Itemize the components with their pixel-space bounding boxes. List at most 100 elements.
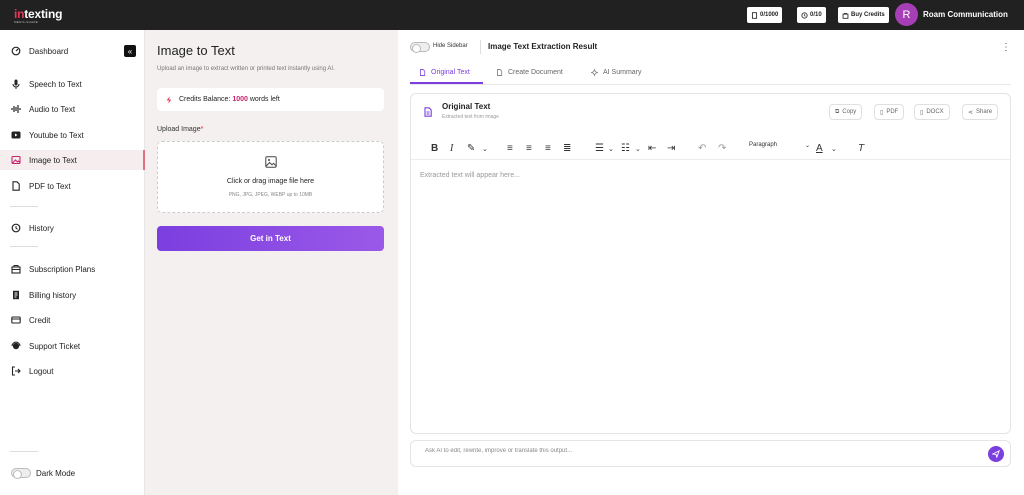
sidebar-item-subscription-plans[interactable]: Subscription Plans — [0, 259, 145, 279]
sidebar-item-logout[interactable]: Logout — [0, 361, 145, 381]
copy-icon: ⧉ — [835, 108, 840, 115]
sidebar-item-speech-to-text[interactable]: Speech to Text — [0, 74, 145, 94]
converter-panel: Image to Text Upload an image to extract… — [145, 30, 398, 495]
tab-label: Create Document — [508, 69, 563, 76]
sidebar-item-billing-history[interactable]: Billing history — [0, 285, 145, 305]
credit-card-icon — [11, 316, 21, 324]
logout-icon — [11, 366, 21, 376]
sidebar-item-youtube-to-text[interactable]: Youtube to Text — [0, 125, 145, 145]
chevron-down-icon[interactable]: ⌄ — [831, 145, 837, 153]
outdent-icon[interactable]: ⇤ — [648, 143, 656, 154]
result-panel: Hide Sidebar Image Text Extraction Resul… — [398, 30, 1024, 495]
sidebar-item-label: Credit — [29, 315, 51, 325]
dashboard-icon — [11, 46, 21, 56]
words-counter-badge[interactable]: 0/1000 — [747, 7, 783, 23]
pdf-icon — [12, 181, 20, 191]
chevron-down-icon[interactable]: ⌄ — [482, 145, 488, 153]
dark-mode-toggle[interactable] — [11, 468, 31, 479]
highlight-button[interactable]: ✎ — [467, 143, 475, 154]
sidebar-item-credit[interactable]: Credit — [0, 310, 145, 330]
undo-icon[interactable]: ↶ — [698, 143, 706, 154]
result-title: Image Text Extraction Result — [488, 42, 598, 51]
sidebar-item-pdf-to-text[interactable]: PDF to Text — [0, 176, 145, 196]
sidebar-item-label: PDF to Text — [29, 181, 71, 191]
sidebar-item-audio-to-text[interactable]: Audio to Text — [0, 99, 145, 119]
ask-ai-input[interactable] — [425, 448, 965, 454]
sidebar-divider — [10, 206, 38, 207]
dark-mode-label: Dark Mode — [36, 469, 76, 478]
tab-original-text[interactable]: Original Text — [419, 69, 470, 76]
tab-ai-summary[interactable]: AI Summary — [591, 69, 642, 76]
document-icon — [420, 69, 426, 76]
subscription-icon — [11, 265, 21, 274]
collapse-sidebar-button[interactable]: « — [124, 45, 136, 57]
bullet-list-icon[interactable]: ☰ — [595, 143, 604, 154]
chevron-down-icon[interactable]: ⌄ — [635, 145, 641, 153]
align-left-icon[interactable]: ≡ — [507, 143, 513, 154]
chevron-down-icon[interactable]: ⌄ — [608, 145, 614, 153]
credits-balance: Credits Balance: 1000 words left — [157, 88, 384, 111]
pdf-button[interactable]: ▯ PDF — [874, 104, 905, 120]
editor-placeholder[interactable]: Extracted text will appear here... — [420, 172, 520, 179]
clock-icon — [801, 11, 808, 19]
upload-label: Upload Image* — [157, 126, 203, 133]
image-dropzone[interactable]: Click or drag image file here PNG, JPG, … — [157, 141, 384, 213]
text-color-icon[interactable]: A — [816, 143, 823, 154]
user-name[interactable]: Roam Communication — [923, 10, 1008, 19]
text-editor: Original Text Extracted text from image … — [410, 93, 1011, 434]
paragraph-select[interactable]: Paragraph ⌄ — [749, 142, 813, 149]
logo[interactable]: intexting MEDIA-SHARE — [14, 7, 62, 24]
logo-suffix: texting — [24, 7, 63, 21]
docx-button[interactable]: ▯ DOCX — [914, 104, 950, 120]
sidebar-item-image-to-text[interactable]: Image to Text — [0, 150, 145, 170]
sidebar-item-label: Dashboard — [29, 46, 69, 56]
logo-prefix: in — [14, 7, 25, 21]
clear-format-icon[interactable]: T — [858, 143, 864, 154]
sidebar-item-label: Subscription Plans — [29, 264, 96, 274]
credits-value: 1000 — [232, 96, 248, 103]
indent-icon[interactable]: ⇥ — [667, 143, 675, 154]
buy-credits-button[interactable]: Buy Credits — [838, 7, 889, 23]
audio-wave-icon — [11, 105, 21, 113]
docx-label: DOCX — [926, 109, 944, 115]
align-right-icon[interactable]: ≡ — [545, 143, 551, 154]
tab-create-document[interactable]: Create Document — [496, 69, 563, 76]
align-justify-icon[interactable]: ≣ — [563, 143, 571, 154]
sidebar-item-history[interactable]: History — [0, 218, 145, 238]
paragraph-select-value: Paragraph — [749, 142, 778, 148]
copy-label: Copy — [842, 109, 857, 115]
tab-label: Original Text — [431, 69, 470, 76]
dropzone-title: Click or drag image file here — [226, 178, 315, 185]
hide-sidebar-toggle[interactable] — [410, 42, 430, 53]
bold-button[interactable]: B — [431, 143, 438, 154]
header-divider — [480, 40, 481, 54]
sidebar-divider — [10, 451, 38, 452]
more-options-icon[interactable]: ⋮ — [1001, 42, 1011, 53]
ask-ai-bar — [410, 440, 1011, 467]
dropzone-formats: PNG, JPG, JPEG, WEBP up to 10MB — [228, 192, 313, 198]
share-button[interactable]: ⋖ Share — [962, 104, 999, 120]
send-button[interactable] — [988, 446, 1004, 462]
share-icon: ⋖ — [968, 109, 974, 116]
copy-button[interactable]: ⧉ Copy — [829, 104, 863, 120]
avatar[interactable]: R — [895, 3, 918, 26]
history-icon — [11, 223, 21, 233]
align-center-icon[interactable]: ≡ — [526, 143, 532, 154]
youtube-icon — [11, 131, 21, 139]
get-text-button[interactable]: Get in Text — [157, 226, 384, 251]
numbered-list-icon[interactable]: ☷ — [621, 143, 630, 154]
sparkle-icon — [591, 69, 598, 76]
italic-button[interactable]: I — [450, 143, 453, 154]
redo-icon[interactable]: ↷ — [718, 143, 726, 154]
sidebar-item-support-ticket[interactable]: Support Ticket — [0, 336, 145, 356]
sidebar-item-label: Youtube to Text — [29, 130, 84, 140]
credits-counter-badge[interactable]: 0/10 — [797, 7, 826, 23]
sidebar: Dashboard « Speech to Text Audio to Text… — [0, 30, 145, 495]
credits-label: Credits Balance: — [179, 96, 231, 103]
pdf-label: PDF — [886, 109, 899, 115]
support-icon — [11, 341, 21, 350]
file-icon — [497, 69, 503, 76]
tab-label: AI Summary — [603, 69, 642, 76]
sidebar-item-label: History — [29, 223, 54, 233]
buy-credits-label: Buy Credits — [851, 12, 885, 18]
